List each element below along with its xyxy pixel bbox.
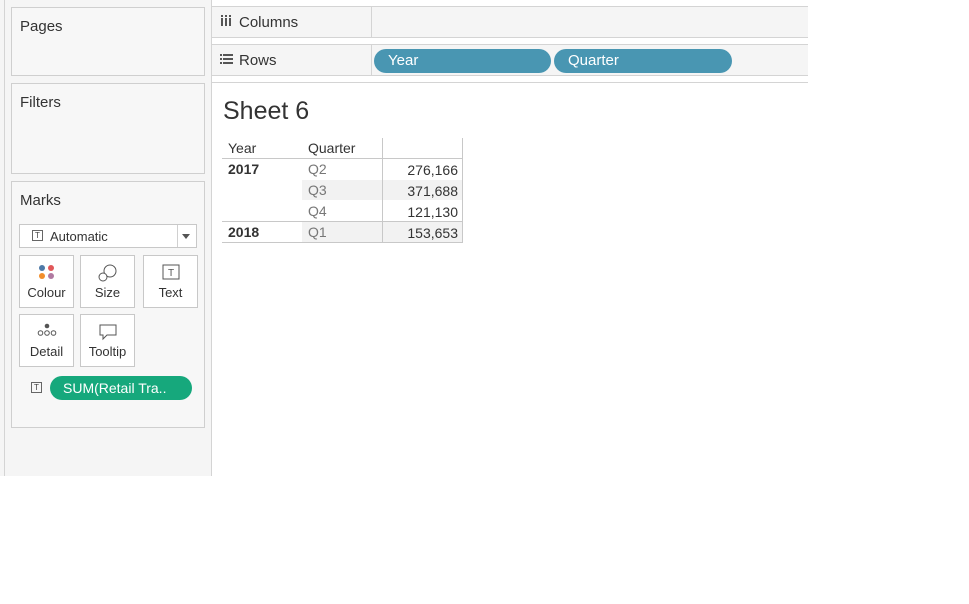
value-cell[interactable]: 121,130 [384, 204, 458, 220]
measure-pill[interactable]: SUM(Retail Tra.. [50, 376, 192, 400]
columns-icon [220, 15, 232, 30]
tooltip-button[interactable]: Tooltip [80, 314, 135, 367]
quarter-header[interactable]: Quarter [308, 140, 355, 156]
quarter-cell[interactable]: Q3 [308, 182, 327, 198]
text-mark-icon: T [32, 230, 43, 241]
filters-title: Filters [20, 94, 61, 111]
columns-label: Columns [239, 14, 299, 31]
colour-label: Colour [27, 285, 66, 300]
detail-button[interactable]: Detail [19, 314, 74, 367]
dropdown-divider [177, 225, 178, 247]
text-icon: T [162, 264, 179, 280]
quarter-pill[interactable]: Quarter [554, 49, 732, 73]
tooltip-icon [99, 324, 116, 341]
value-cell[interactable]: 153,653 [384, 225, 458, 241]
view-top-border [212, 82, 808, 83]
pages-title: Pages [20, 18, 63, 35]
quarter-cell[interactable]: Q2 [308, 161, 327, 177]
sheet-title: Sheet 6 [223, 97, 310, 125]
text-label: Text [158, 285, 183, 300]
detail-label: Detail [29, 344, 64, 359]
marks-title: Marks [20, 192, 61, 209]
rows-shelf[interactable]: Rows Year Quarter [211, 44, 808, 76]
colour-button[interactable]: Colour [19, 255, 74, 308]
quarter-cell[interactable]: Q1 [308, 224, 327, 240]
colour-icon [38, 265, 54, 279]
rows-shelf-divider [371, 45, 372, 75]
value-cell[interactable]: 276,166 [384, 162, 458, 178]
mark-type-label: Automatic [50, 229, 108, 244]
header-divider [222, 158, 463, 159]
size-icon [98, 264, 116, 282]
left-pane-divider [4, 0, 5, 476]
quarter-cell[interactable]: Q4 [308, 203, 327, 219]
rows-icon [220, 53, 233, 68]
value-cell[interactable]: 371,688 [384, 183, 458, 199]
year-divider [222, 221, 463, 222]
size-button[interactable]: Size [80, 255, 135, 308]
size-label: Size [94, 285, 121, 300]
chevron-down-icon[interactable] [182, 234, 190, 239]
filters-card[interactable]: Filters [11, 83, 205, 174]
year-cell[interactable]: 2018 [228, 224, 259, 240]
year-header[interactable]: Year [228, 140, 256, 156]
value-column-divider [382, 138, 383, 243]
crosstab: Year Quarter 2017 Q2 276,166 Q3 371,688 … [222, 138, 463, 244]
detail-icon [37, 323, 56, 336]
tooltip-label: Tooltip [88, 344, 127, 359]
columns-shelf-divider [371, 7, 372, 37]
pages-card[interactable]: Pages [11, 7, 205, 76]
table-bottom [222, 242, 463, 243]
marks-card: Marks T Automatic Colour Size T Text Det… [11, 181, 205, 428]
year-pill[interactable]: Year [374, 49, 551, 73]
text-button[interactable]: T Text [143, 255, 198, 308]
table-right-edge [462, 138, 463, 243]
svg-text:T: T [167, 268, 173, 279]
mark-type-dropdown[interactable]: T Automatic [19, 224, 197, 248]
rows-label: Rows [239, 52, 277, 69]
year-cell[interactable]: 2017 [228, 161, 259, 177]
columns-shelf[interactable]: Columns [211, 6, 808, 38]
text-encoding-icon: T [31, 382, 42, 393]
